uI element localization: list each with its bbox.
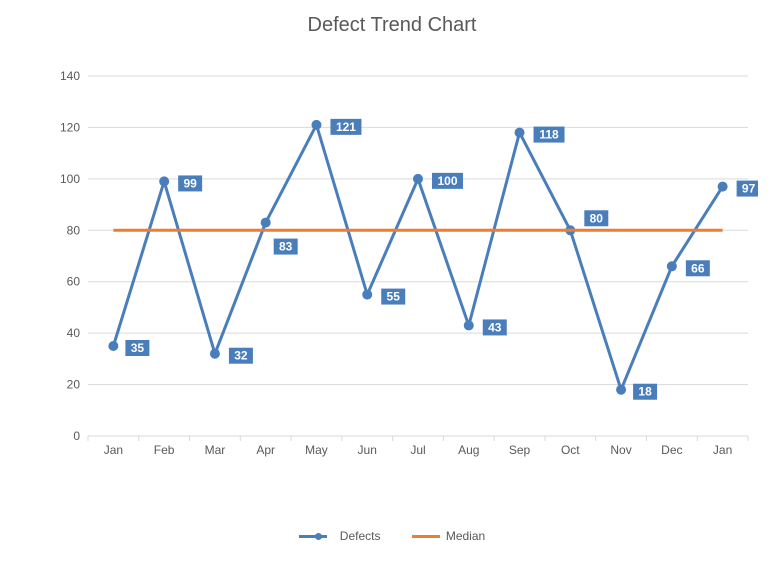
svg-text:80: 80 [590,211,604,225]
svg-text:100: 100 [60,172,80,186]
svg-text:55: 55 [387,290,401,304]
svg-text:Sep: Sep [509,443,531,457]
legend-item-median: Median [412,529,485,543]
svg-text:140: 140 [60,69,80,83]
legend-swatch-median [412,535,440,538]
svg-text:100: 100 [437,174,457,188]
svg-text:40: 40 [67,326,81,340]
svg-text:60: 60 [67,275,81,289]
svg-text:32: 32 [234,349,248,363]
legend-marker-defects [315,533,322,540]
svg-text:Jan: Jan [104,443,123,457]
svg-text:35: 35 [131,341,145,355]
chart-series [108,120,727,395]
svg-text:Mar: Mar [205,443,226,457]
svg-text:18: 18 [638,385,652,399]
svg-text:120: 120 [60,120,80,134]
svg-text:May: May [305,443,328,457]
svg-text:0: 0 [73,429,80,443]
svg-text:99: 99 [183,176,197,190]
svg-text:Aug: Aug [458,443,479,457]
y-axis: 0 20 40 60 80 100 120 140 [60,69,80,443]
svg-text:Apr: Apr [256,443,275,457]
legend-label-defects: Defects [340,529,381,543]
svg-text:Oct: Oct [561,443,580,457]
svg-text:43: 43 [488,320,502,334]
svg-text:66: 66 [691,261,705,275]
svg-text:80: 80 [67,223,81,237]
svg-text:Nov: Nov [610,443,631,457]
legend-item-defects: Defects [299,529,381,543]
defect-trend-chart: Defect Trend Chart 0 20 40 60 80 100 120 140 Ja… [0,0,784,563]
svg-text:97: 97 [742,182,756,196]
svg-text:Jul: Jul [410,443,425,457]
legend: Defects Median [0,527,784,544]
svg-text:Dec: Dec [661,443,682,457]
data-labels: 35 99 32 83 121 55 100 43 118 80 18 66 97 [125,119,758,400]
svg-text:Jun: Jun [358,443,377,457]
svg-text:20: 20 [67,378,81,392]
svg-text:118: 118 [539,128,559,142]
svg-text:Feb: Feb [154,443,175,457]
svg-text:83: 83 [279,240,293,254]
legend-label-median: Median [446,529,485,543]
svg-text:Jan: Jan [713,443,732,457]
legend-swatch-defects [299,535,327,538]
plot-area: 0 20 40 60 80 100 120 140 Jan Feb Mar Apr May Jun Jul… [58,66,758,466]
x-axis: Jan Feb Mar Apr May Jun Jul Aug Sep Oct Nov Dec Jan [88,436,748,457]
svg-text:121: 121 [336,120,356,134]
chart-title: Defect Trend Chart [0,14,784,37]
